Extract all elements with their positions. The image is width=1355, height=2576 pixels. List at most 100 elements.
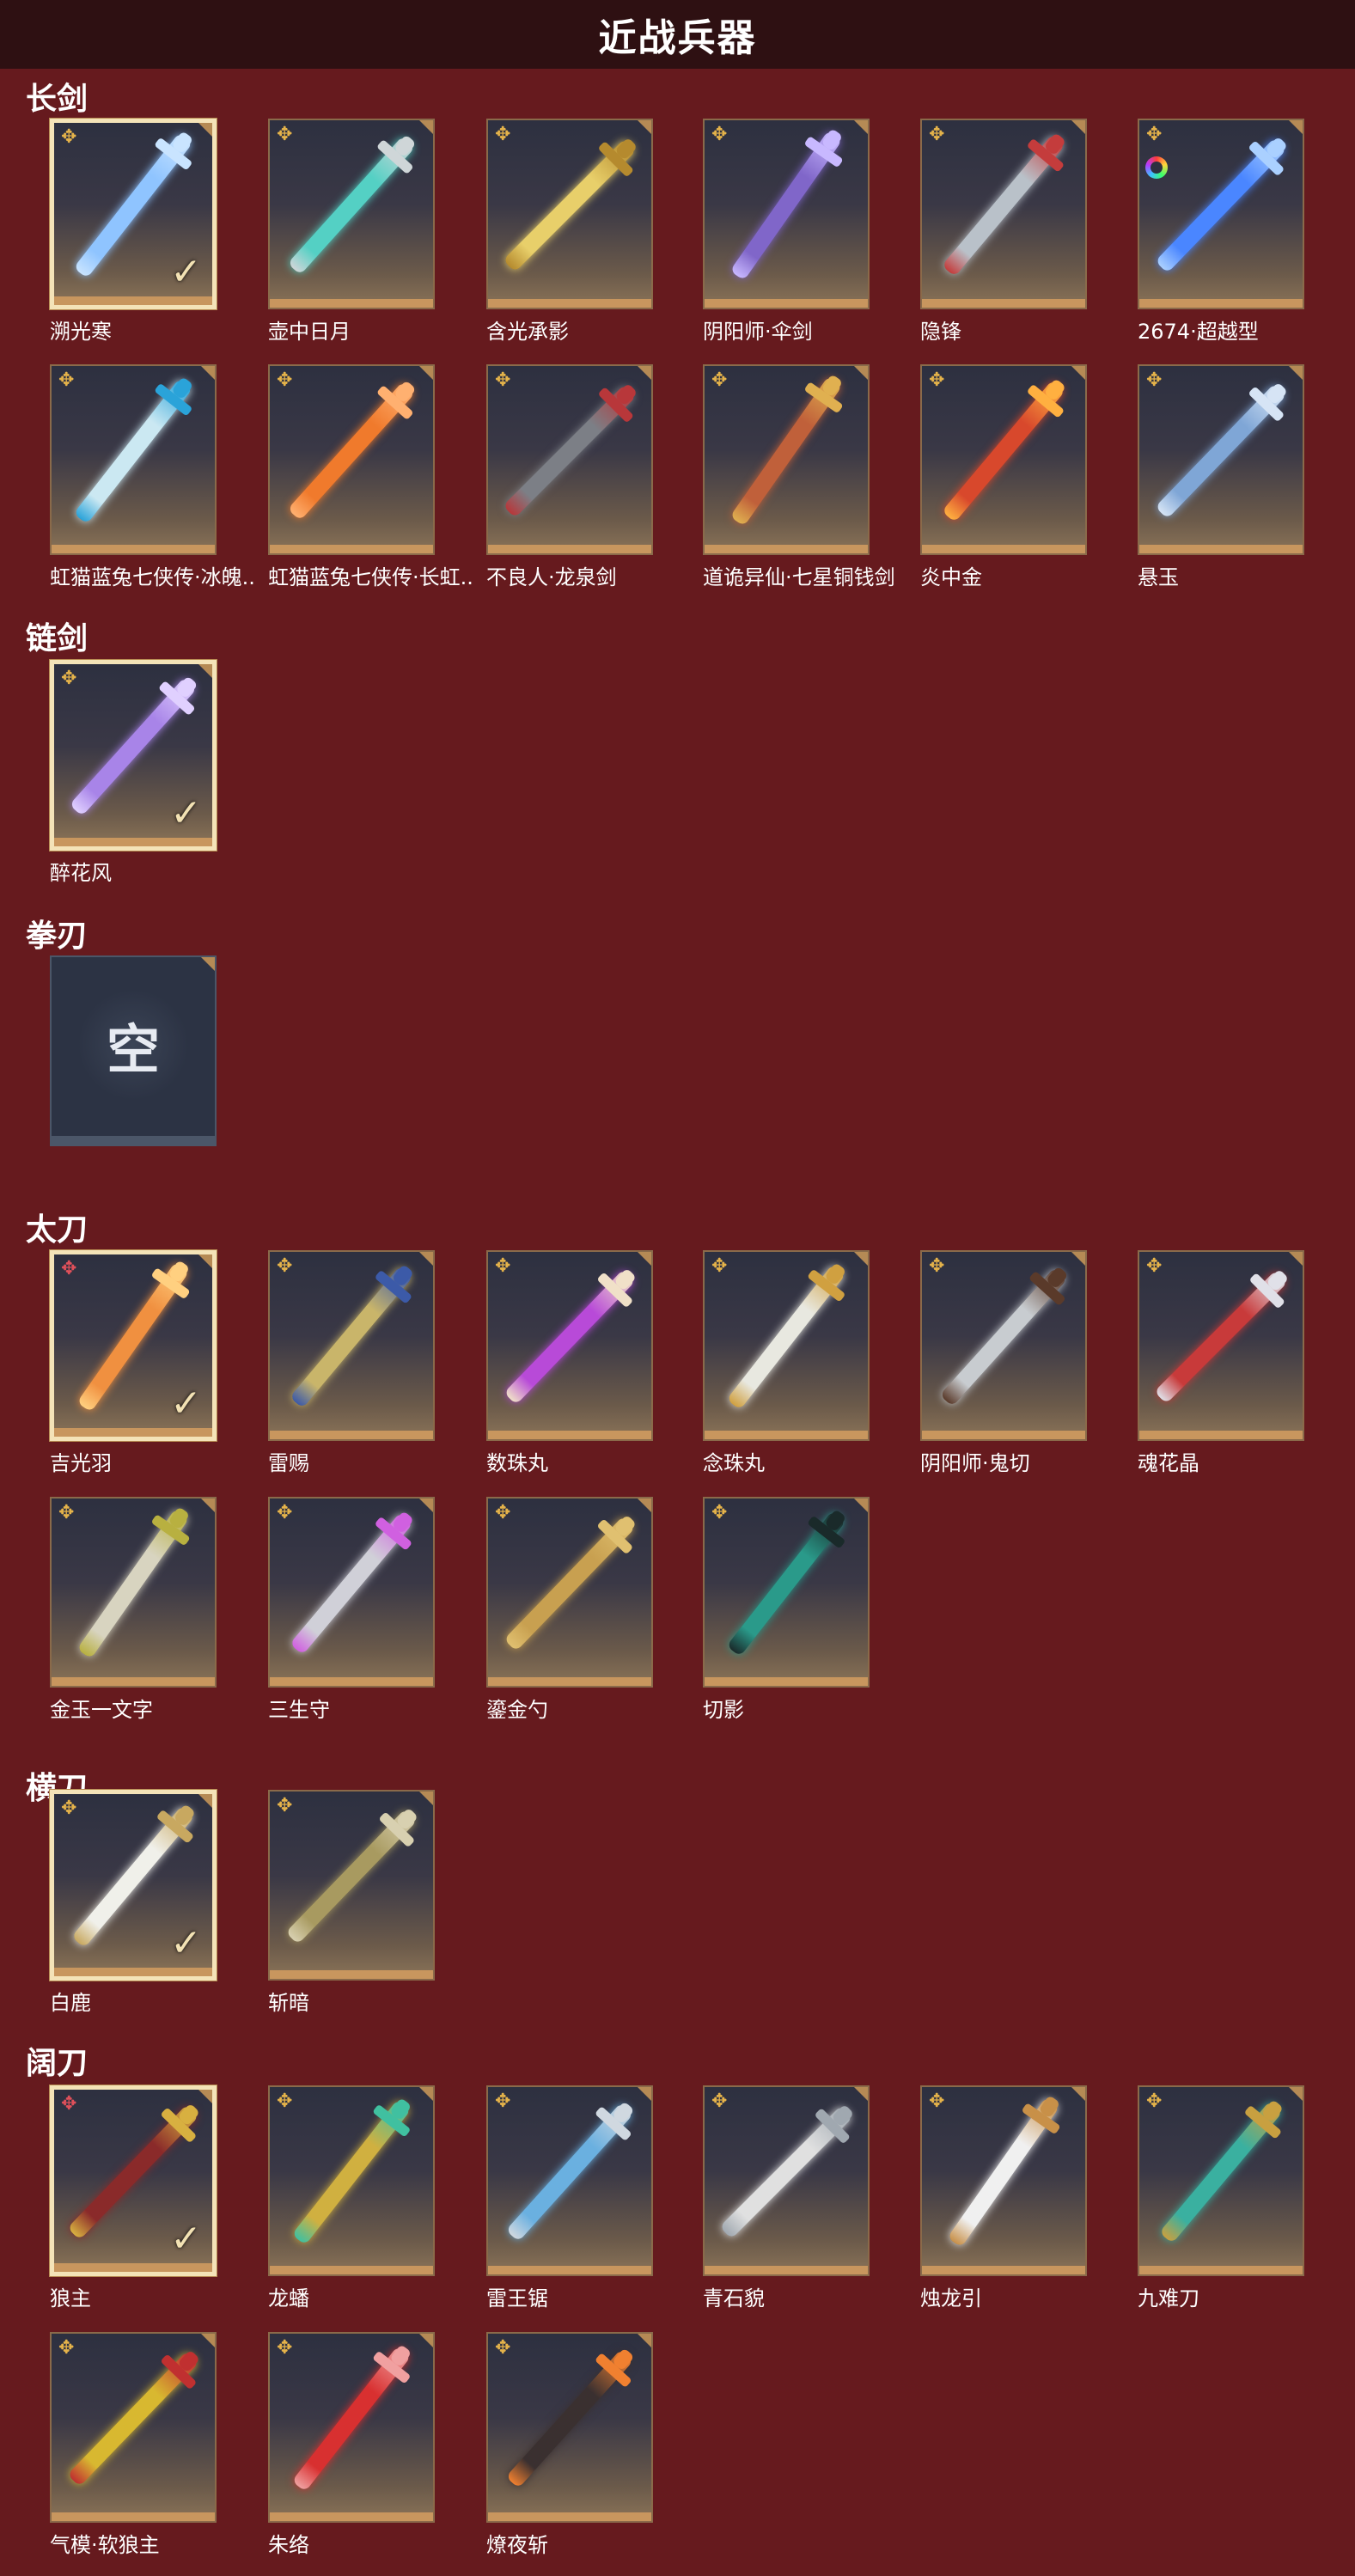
weapon-card[interactable]: ✥ 隐锋: [920, 119, 1087, 344]
weapon-card[interactable]: ✥ 虹猫蓝兔七侠传·冰魄..: [50, 364, 255, 589]
weapon-card[interactable]: ✥ 炎中金: [920, 364, 1087, 589]
red-rarity-star-icon: ✥: [61, 2093, 77, 2115]
weapon-icon: [1159, 2099, 1284, 2244]
weapon-card[interactable]: ✥ 气模·软狼主: [50, 2332, 217, 2557]
weapon-card[interactable]: ✥ 朱络: [268, 2332, 435, 2557]
weapon-name: 不良人·龙泉剑: [486, 565, 617, 589]
corner-fold-icon: [638, 2087, 651, 2101]
weapon-thumbnail: ✥: [268, 2085, 435, 2276]
weapon-card[interactable]: ✥ ✓ 溯光寒: [50, 119, 217, 344]
weapon-card[interactable]: ✥ 斩暗: [268, 1790, 435, 2015]
weapon-card[interactable]: ✥ 金玉一文字: [50, 1497, 217, 1722]
weapon-icon: [942, 132, 1066, 278]
weapon-card[interactable]: ✥ 三生守: [268, 1497, 435, 1722]
weapon-card[interactable]: ✥ 道诡异仙·七星铜钱剑: [703, 364, 895, 589]
gold-rarity-star-icon: ✥: [61, 1798, 77, 1819]
corner-fold-icon: [419, 1252, 433, 1266]
equipped-check-icon: ✓: [170, 791, 202, 835]
weapon-icon: [76, 1506, 191, 1659]
weapon-card[interactable]: ✥ 龙蟠: [268, 2085, 435, 2310]
weapon-name: 燎夜斩: [486, 2533, 548, 2557]
weapon-card[interactable]: ✥ 青石貌: [703, 2085, 870, 2310]
weapon-icon: [503, 382, 638, 518]
weapon-card[interactable]: ✥ 数珠丸: [486, 1250, 653, 1475]
weapon-thumbnail: ✥: [268, 2332, 435, 2523]
weapon-thumbnail: ✥: [920, 2085, 1087, 2276]
weapon-card[interactable]: ✥ ✓ 白鹿: [50, 1790, 217, 2015]
category-header: 阔刀: [26, 2046, 89, 2081]
corner-fold-icon: [198, 664, 212, 678]
weapon-thumbnail: ✥: [920, 364, 1087, 555]
red-rarity-star-icon: ✥: [61, 1258, 77, 1279]
weapon-card[interactable]: ✥ 2674·超越型: [1138, 119, 1304, 344]
gold-rarity-star-icon: ✥: [58, 1502, 75, 1523]
weapon-card[interactable]: ✥ 魂花晶: [1138, 1250, 1304, 1475]
weapon-thumbnail: 空: [50, 955, 217, 1146]
weapon-card[interactable]: ✥ 含光承影: [486, 119, 653, 344]
weapon-thumbnail: ✥ ✓: [50, 2085, 217, 2276]
weapon-name: 炎中金: [920, 565, 982, 589]
weapon-card[interactable]: ✥ 燎夜斩: [486, 2332, 653, 2557]
weapon-name: 三生守: [268, 1698, 330, 1722]
weapon-name: 阴阳师·伞剑: [703, 320, 813, 344]
weapon-thumbnail: ✥: [703, 2085, 870, 2276]
weapon-icon: [73, 376, 194, 524]
weapon-card[interactable]: ✥ 烛龙引: [920, 2085, 1087, 2310]
weapon-icon: [729, 128, 844, 281]
weapon-name: 青石貌: [703, 2286, 765, 2310]
corner-fold-icon: [198, 1794, 212, 1808]
weapon-thumbnail: ✥: [268, 119, 435, 309]
corner-fold-icon: [1071, 366, 1085, 380]
weapon-card[interactable]: ✥ 切影: [703, 1497, 870, 1722]
weapon-card[interactable]: ✥ 虹猫蓝兔七侠传·长虹..: [268, 364, 473, 589]
equipped-check-icon: ✓: [170, 2217, 202, 2261]
weapon-name: 金玉一文字: [50, 1698, 153, 1722]
gold-rarity-star-icon: ✥: [1146, 124, 1163, 145]
corner-fold-icon: [638, 120, 651, 134]
weapon-name: 溯光寒: [50, 320, 112, 344]
weapon-card[interactable]: ✥ 念珠丸: [703, 1250, 870, 1475]
weapon-icon: [1155, 382, 1288, 519]
weapon-thumbnail: ✥: [486, 2085, 653, 2276]
weapon-icon: [939, 1266, 1069, 1407]
weapon-name: 醉花风: [50, 861, 112, 885]
corner-fold-icon: [854, 2087, 868, 2101]
weapon-name: 2674·超越型: [1138, 320, 1259, 344]
weapon-thumbnail: ✥: [50, 2332, 217, 2523]
corner-fold-icon: [201, 957, 215, 971]
weapon-card[interactable]: ✥ 阴阳师·伞剑: [703, 119, 870, 344]
weapon-card[interactable]: ✥ 悬玉: [1138, 364, 1304, 589]
corner-fold-icon: [198, 123, 212, 137]
weapon-card[interactable]: ✥ 九难刀: [1138, 2085, 1304, 2310]
weapon-card[interactable]: ✥ 雷王锯: [486, 2085, 653, 2310]
gold-rarity-star-icon: ✥: [277, 1502, 293, 1523]
corner-fold-icon: [1289, 2087, 1303, 2101]
weapon-card[interactable]: ✥ 鎏金勺: [486, 1497, 653, 1722]
corner-fold-icon: [419, 366, 433, 380]
weapon-card[interactable]: ✥ 不良人·龙泉剑: [486, 364, 653, 589]
weapon-thumbnail: ✥: [703, 364, 870, 555]
corner-fold-icon: [198, 1254, 212, 1268]
weapon-card[interactable]: ✥ ✓ 醉花风: [50, 660, 217, 885]
weapon-card[interactable]: ✥ 阴阳师·鬼切: [920, 1250, 1087, 1475]
empty-weapon-slot[interactable]: 空: [50, 955, 217, 1150]
weapon-thumbnail: ✥ ✓: [50, 1250, 217, 1441]
weapon-card[interactable]: ✥ ✓ 吉光羽: [50, 1250, 217, 1475]
weapon-icon: [505, 2101, 635, 2243]
corner-fold-icon: [419, 120, 433, 134]
weapon-thumbnail: ✥: [1138, 2085, 1304, 2276]
weapon-thumbnail: ✥ ✓: [50, 1790, 217, 1981]
empty-slot-text: 空: [106, 1018, 160, 1081]
category-header: 拳刃: [26, 919, 89, 954]
gold-rarity-star-icon: ✥: [495, 1255, 511, 1277]
weapon-card[interactable]: ✥ 壶中日月: [268, 119, 435, 344]
category-header: 太刀: [26, 1212, 89, 1248]
weapon-card[interactable]: ✥ ✓ 狼主: [50, 2085, 217, 2310]
gold-rarity-star-icon: ✥: [929, 124, 945, 145]
weapon-name: 悬玉: [1138, 565, 1179, 589]
gold-rarity-star-icon: ✥: [711, 1255, 728, 1277]
gold-rarity-star-icon: ✥: [277, 1795, 293, 1816]
gold-rarity-star-icon: ✥: [61, 126, 77, 148]
equipped-check-icon: ✓: [170, 1382, 202, 1425]
weapon-card[interactable]: ✥ 雷赐: [268, 1250, 435, 1475]
